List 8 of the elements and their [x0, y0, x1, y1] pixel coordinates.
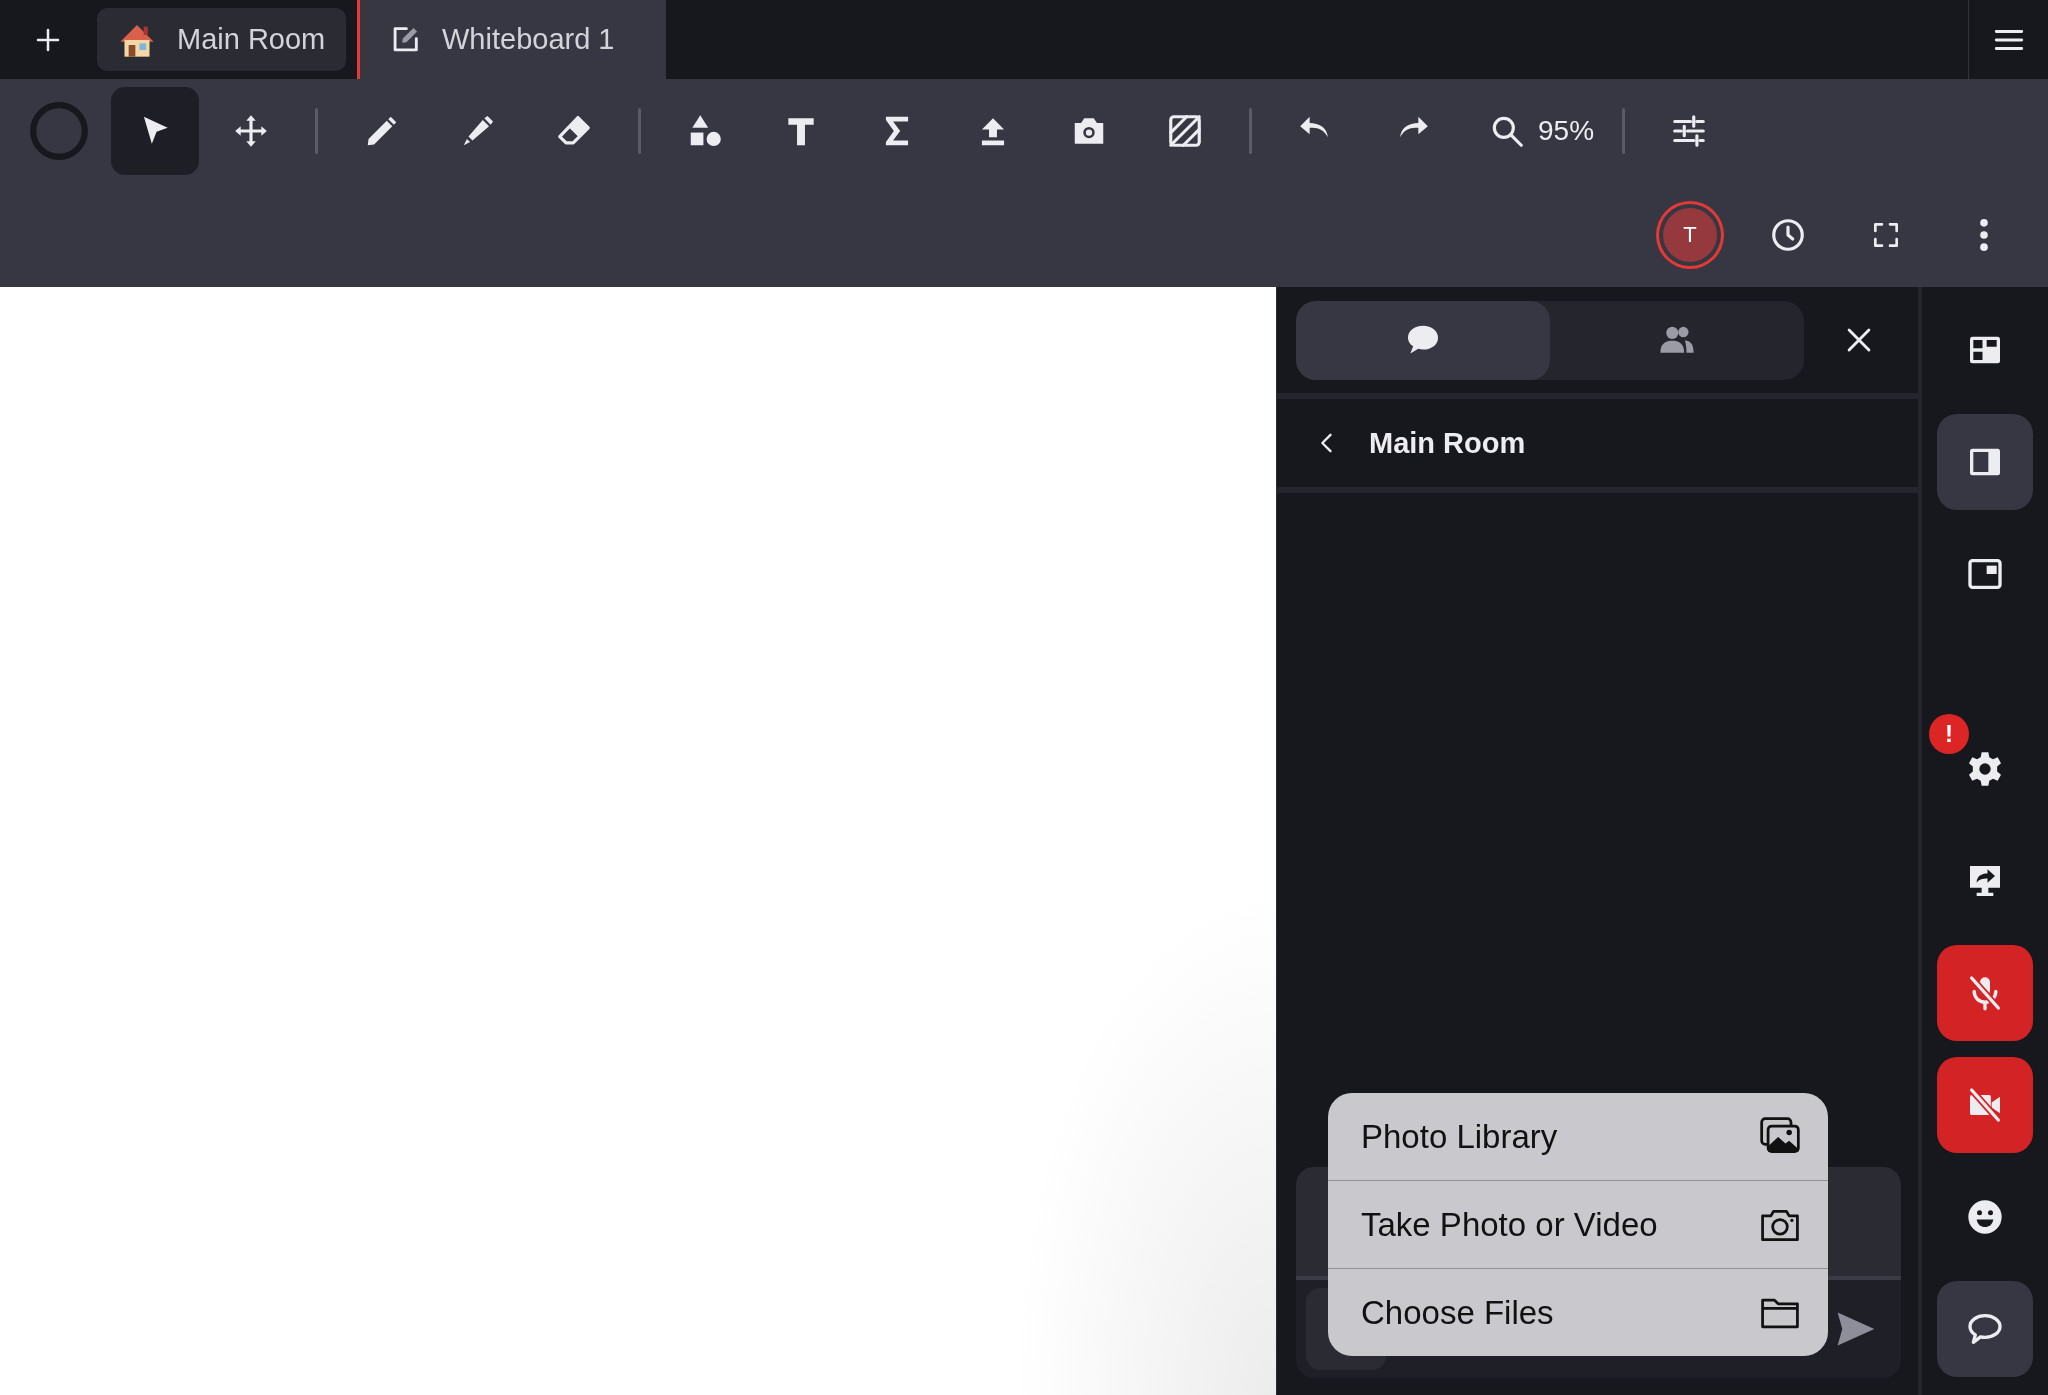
tab[interactable]: Main Room — [97, 8, 346, 71]
zoom-button[interactable]: 95% — [1478, 87, 1603, 175]
menu-item[interactable]: Choose Files — [1361, 1293, 1554, 1332]
menu-item[interactable]: Take Photo or Video — [1361, 1205, 1658, 1244]
tab[interactable]: Whiteboard 1 — [360, 0, 666, 79]
menu-item[interactable]: Photo Library — [1361, 1117, 1558, 1156]
chat-title: Main Room — [1369, 426, 1526, 460]
alert-badge: ! — [1929, 714, 1969, 754]
